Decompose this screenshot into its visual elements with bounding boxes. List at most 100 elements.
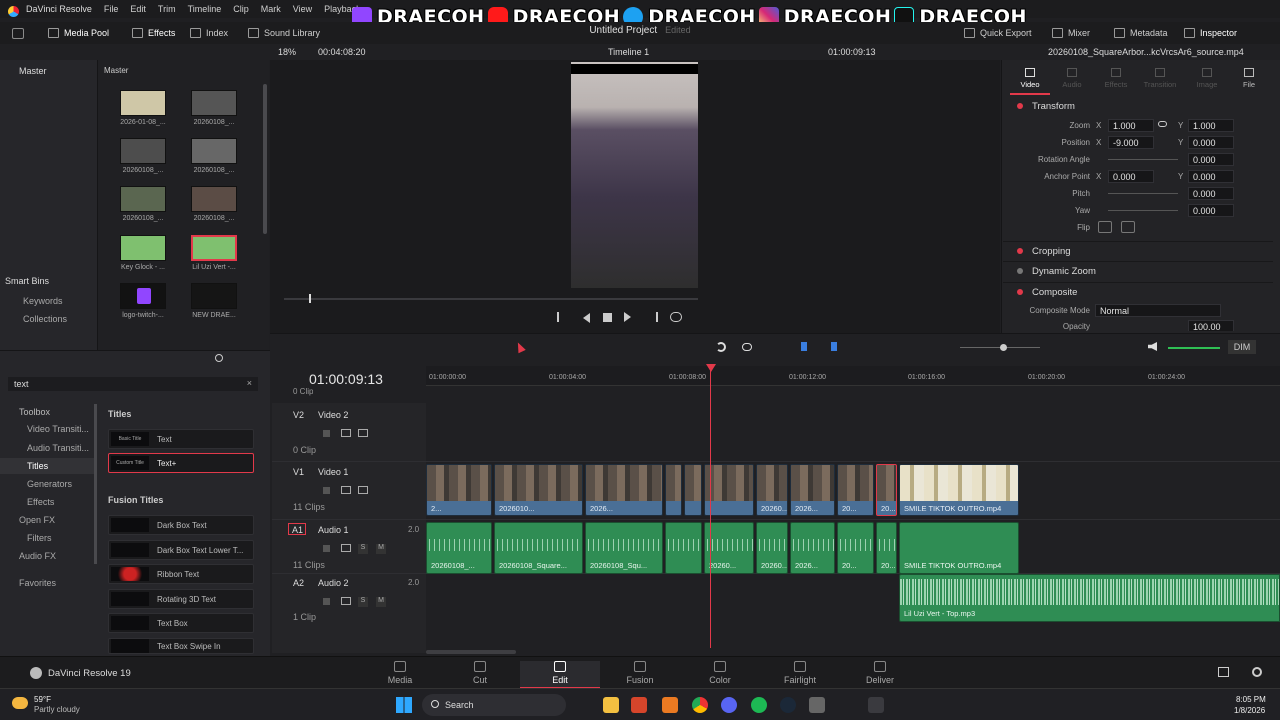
media-thumb[interactable] [120, 186, 166, 212]
media-thumb[interactable] [120, 235, 166, 261]
viewer-zoom[interactable]: 18% [278, 47, 296, 57]
video-clip[interactable] [684, 464, 702, 516]
disable-track-icon[interactable] [358, 486, 368, 494]
cropping-section[interactable]: Cropping [1003, 241, 1273, 260]
spotify-icon[interactable] [751, 697, 767, 713]
auto-track-icon[interactable] [341, 597, 351, 605]
video-clip[interactable] [665, 464, 682, 516]
mixer-button[interactable]: Mixer [1052, 28, 1090, 38]
fusion-title[interactable]: Dark Box Text Lower T... [108, 540, 254, 560]
menu-edit[interactable]: Edit [124, 4, 152, 14]
zoom-y-field[interactable]: 1.000 [1188, 119, 1234, 132]
transform-section[interactable]: Transform [1003, 97, 1273, 116]
page-deliver[interactable]: Deliver [850, 661, 910, 685]
video-clip[interactable] [704, 464, 754, 516]
selection-tool-icon[interactable] [514, 340, 526, 354]
marker-icon[interactable] [831, 342, 837, 351]
timeline-hscroll[interactable] [426, 650, 516, 654]
lock-icon[interactable] [323, 598, 330, 605]
davinci-taskbar-icon[interactable] [868, 697, 884, 713]
position-y-field[interactable]: 0.000 [1188, 136, 1234, 149]
loop-icon[interactable] [670, 312, 682, 322]
video-clip[interactable]: 2... [426, 464, 492, 516]
home-icon[interactable] [1218, 667, 1229, 677]
page-cut[interactable]: Cut [450, 661, 510, 685]
windows-start-icon[interactable] [396, 697, 412, 713]
position-x-field[interactable]: -9.000 [1108, 136, 1154, 149]
volume-icon[interactable] [1148, 342, 1157, 351]
fusion-title[interactable]: Ribbon Text [108, 564, 254, 584]
lock-icon[interactable] [323, 430, 330, 437]
page-color[interactable]: Color [690, 661, 750, 685]
effects-button[interactable]: Effects [132, 28, 175, 38]
mute-button[interactable]: M [376, 597, 386, 607]
solo-button[interactable]: S [358, 544, 368, 554]
fusion-title[interactable]: Text Box [108, 613, 254, 633]
audio-clip[interactable]: 20... [837, 522, 874, 574]
effects-search-input[interactable]: text × [8, 377, 258, 391]
smart-bin-collections[interactable]: Collections [23, 314, 67, 324]
xbox-icon[interactable] [809, 697, 825, 713]
dynamic-zoom-enable-icon[interactable] [1017, 268, 1023, 274]
go-to-start-icon[interactable] [557, 312, 571, 322]
track-name[interactable]: Video 2 [318, 410, 458, 420]
bin-master[interactable]: Master [19, 66, 47, 76]
media-thumb[interactable] [191, 138, 237, 164]
quick-export-button[interactable]: Quick Export [964, 28, 1032, 38]
app-name[interactable]: DaVinci Resolve [0, 4, 98, 17]
tree-generators[interactable]: Generators [27, 479, 72, 489]
tree-open-fx[interactable]: Open FX [19, 515, 55, 525]
tree-filters[interactable]: Filters [27, 533, 52, 543]
composite-enable-icon[interactable] [1017, 289, 1023, 295]
snapping-icon[interactable] [716, 342, 726, 352]
pitch-slider[interactable] [1108, 193, 1178, 194]
video-clip[interactable]: 2026010... [494, 464, 583, 516]
tree-favorites[interactable]: Favorites [19, 578, 56, 588]
menu-trim[interactable]: Trim [152, 4, 182, 14]
disable-track-icon[interactable] [358, 429, 368, 437]
auto-track-icon[interactable] [341, 429, 351, 437]
composite-section[interactable]: Composite [1003, 282, 1273, 301]
audio-clip[interactable]: 20260... [756, 522, 788, 574]
index-button[interactable]: Index [190, 28, 228, 38]
audio-clip[interactable] [665, 522, 702, 574]
dim-button[interactable]: DIM [1228, 340, 1256, 354]
inspector-button[interactable]: Inspector [1184, 28, 1237, 38]
taskbar-search[interactable]: Search [422, 694, 566, 716]
link-icon[interactable] [1158, 121, 1167, 127]
tab-audio[interactable]: Audio [1060, 68, 1084, 89]
page-fairlight[interactable]: Fairlight [770, 661, 830, 685]
media-thumb[interactable] [191, 90, 237, 116]
viewer-playhead[interactable] [309, 294, 311, 303]
layout-icon[interactable] [12, 28, 24, 39]
fusion-title[interactable]: Text Box Swipe In [108, 638, 254, 654]
yaw-field[interactable]: 0.000 [1188, 204, 1234, 217]
media-pool-button[interactable]: Media Pool [48, 28, 109, 38]
tab-video[interactable]: Video [1018, 68, 1042, 89]
media-thumb[interactable] [191, 186, 237, 212]
menu-mark[interactable]: Mark [255, 4, 287, 14]
tab-image[interactable]: Image [1194, 68, 1220, 89]
media-thumb[interactable] [120, 283, 166, 309]
menu-view[interactable]: View [287, 4, 318, 14]
play-reverse-icon[interactable] [583, 313, 590, 323]
zoom-x-field[interactable]: 1.000 [1108, 119, 1154, 132]
audio-clip[interactable]: 2026... [790, 522, 835, 574]
dynamic-zoom-section[interactable]: Dynamic Zoom [1003, 261, 1273, 280]
timeline-timecode[interactable]: 01:00:09:13 [309, 371, 383, 387]
tree-effects[interactable]: Effects [27, 497, 54, 507]
yaw-slider[interactable] [1108, 210, 1178, 211]
menu-timeline[interactable]: Timeline [182, 4, 228, 14]
tree-video-transitions[interactable]: Video Transiti... [27, 424, 89, 434]
tab-file[interactable]: File [1238, 68, 1260, 89]
video-frame[interactable] [571, 62, 698, 288]
title-text-plus[interactable]: Custom Title Text+ [108, 453, 254, 473]
app-icon[interactable] [631, 697, 647, 713]
flip-horizontal-icon[interactable] [1098, 221, 1112, 233]
track-name[interactable]: Audio 2 [318, 578, 458, 588]
media-pool-scrollbar[interactable] [263, 84, 267, 234]
tab-transition[interactable]: Transition [1142, 68, 1178, 89]
auto-track-icon[interactable] [341, 544, 351, 552]
flag-icon[interactable] [801, 342, 807, 351]
audio-clip[interactable]: 20260108_... [426, 522, 492, 574]
